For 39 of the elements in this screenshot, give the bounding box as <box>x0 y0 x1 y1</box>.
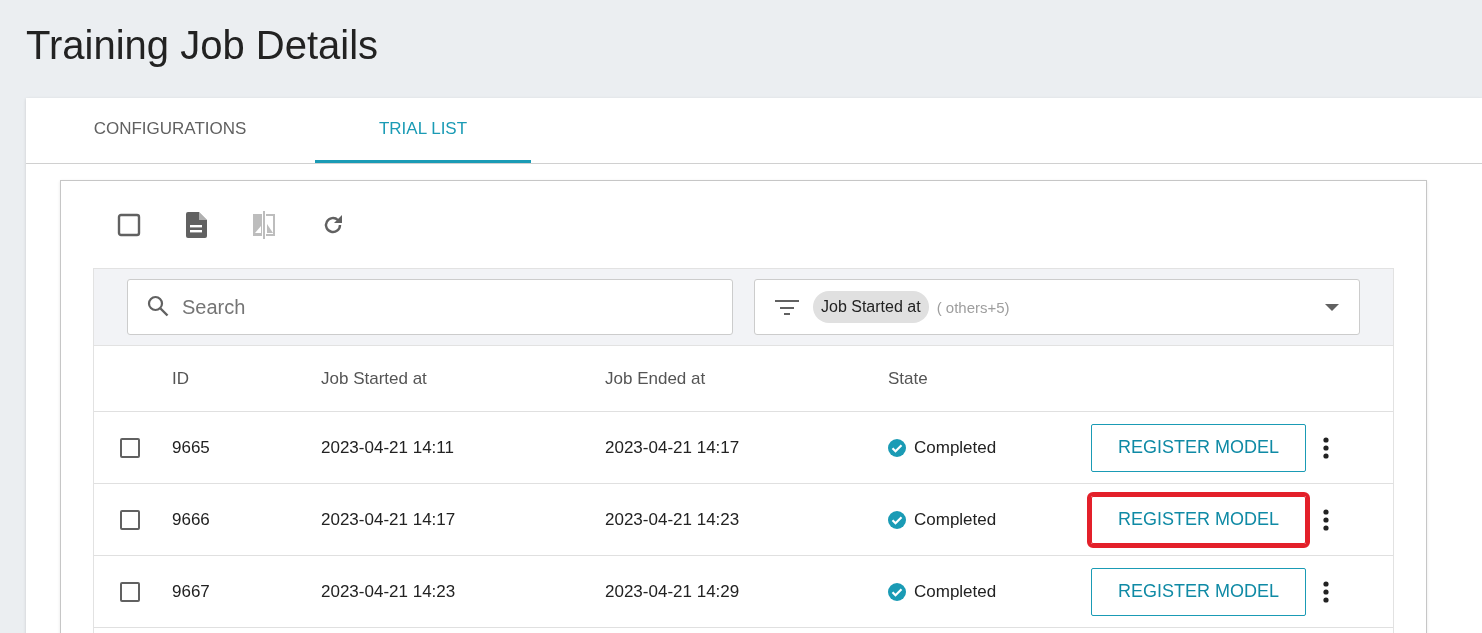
table-cell-text: 9665 <box>172 437 211 458</box>
filter-icon <box>775 298 799 316</box>
tab[interactable]: CONFIGURATIONS <box>60 98 280 163</box>
search-field[interactable]: Search <box>127 279 733 335</box>
column-chip: Job Started at <box>813 291 929 323</box>
document-icon[interactable] <box>185 211 207 238</box>
more-options-icon[interactable] <box>1323 436 1329 459</box>
column-select[interactable]: Job Started at ( others+5) <box>754 279 1360 335</box>
register-model-button[interactable]: REGISTER MODEL <box>1091 567 1306 616</box>
more-options-icon[interactable] <box>1323 580 1329 603</box>
table-cell-text: 2023-04-21 14:23 <box>605 509 741 530</box>
table-cell-text: 9667 <box>172 581 211 602</box>
table-cell-text: 9666 <box>172 509 211 530</box>
page-title: Training Job Details <box>26 22 379 69</box>
column-header: ID <box>172 368 190 389</box>
row-checkbox[interactable] <box>120 437 140 458</box>
more-columns-count: ( others+5) <box>936 298 1010 316</box>
caret-icon <box>1325 303 1339 311</box>
table-cell-text: 2023-04-21 14:17 <box>321 509 457 530</box>
table-cell-text: 2023-04-21 14:23 <box>321 581 457 602</box>
search-icon <box>146 294 170 318</box>
state-label: Completed <box>914 509 997 530</box>
state-label: Completed <box>914 437 997 458</box>
table-cell-text: 2023-04-21 14:17 <box>605 437 741 458</box>
column-header: Job Started at <box>321 368 428 389</box>
table-cell-text: 2023-04-21 14:29 <box>605 581 741 602</box>
check-circle-icon <box>888 582 906 601</box>
more-options-icon[interactable] <box>1323 508 1329 531</box>
check-circle-icon <box>888 438 906 457</box>
table-cell-text: 2023-04-21 14:11 <box>321 437 455 458</box>
row-checkbox[interactable] <box>120 509 140 530</box>
row-checkbox[interactable] <box>120 581 140 602</box>
select-all-checkbox[interactable] <box>117 212 141 237</box>
column-header: Job Ended at <box>605 368 707 389</box>
column-header: State <box>888 368 929 389</box>
tab[interactable]: TRIAL LIST <box>315 98 531 163</box>
check-circle-icon <box>888 510 906 529</box>
register-model-button[interactable]: REGISTER MODEL <box>1091 423 1306 472</box>
state-label: Completed <box>914 581 997 602</box>
